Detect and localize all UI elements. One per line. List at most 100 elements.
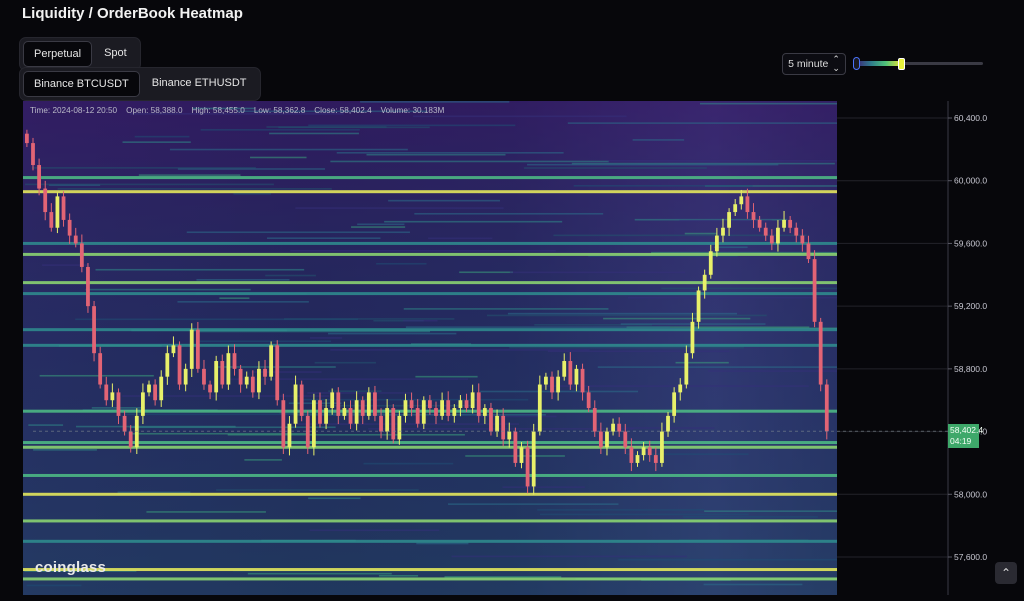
candle-down [299,384,304,416]
candle-down [769,235,774,244]
candle-down [794,227,799,236]
liquidity-band [23,292,837,296]
heat-texture-row [122,141,191,143]
candle-down [653,455,658,463]
heat-texture-row [75,318,359,321]
candle-up [354,400,359,424]
heat-texture-row [357,223,405,226]
candle-down [806,243,811,260]
candle-up [696,290,701,322]
candle-down [31,143,35,166]
candle-down [592,408,597,432]
threshold-slider[interactable] [853,57,983,70]
candle-up [110,392,115,401]
ohlc-time: Time: 2024-08-12 20:50 [30,106,118,115]
heat-texture-row [330,160,609,163]
candle-down [49,212,54,228]
candle-countdown: 04:19 [950,436,972,446]
candle-up [324,408,328,424]
candle-down [373,392,377,416]
heat-texture-row [388,199,500,202]
candle-down [360,400,365,416]
scroll-top-button[interactable]: ⌃ [995,562,1017,584]
interval-select[interactable]: 5 minute ⌃ ⌄ [782,53,846,75]
heat-texture-row [336,152,564,154]
heat-texture-row [360,101,510,103]
heat-texture-row [661,287,837,290]
tab-spot[interactable]: Spot [94,41,137,67]
heat-texture-row [507,312,738,315]
candle-down [788,219,793,228]
current-price-tag: 58,402.4 04:19 [948,424,983,448]
candle-down [489,408,493,432]
candle-down [409,400,414,409]
heat-texture-row [28,424,64,426]
candle-up [385,408,390,432]
tab-binance-btcusdt[interactable]: Binance BTCUSDT [23,71,140,97]
candle-up [403,400,408,416]
heat-texture-row [597,366,837,368]
candle-up [495,415,499,432]
candle-up [611,423,615,432]
heat-texture-row [618,558,837,561]
candle-down [86,266,90,307]
candle-down [318,400,322,424]
candle-down [79,243,84,267]
slider-start-handle[interactable] [853,57,860,70]
candle-up [660,431,664,463]
candle-up [458,400,463,409]
heat-texture-row [363,462,454,465]
heat-texture-row [451,555,687,558]
liquidity-band [23,473,837,477]
candle-down [818,321,823,385]
heat-texture-row [146,511,266,513]
heat-texture-row [307,392,412,394]
heat-texture-row [376,262,427,265]
candle-down [275,345,280,401]
heat-texture-row [351,226,406,228]
heat-texture-row [26,584,82,587]
candle-down [623,431,628,448]
heat-texture-row [196,340,331,343]
candle-up [678,384,683,393]
candle-down [67,219,72,236]
candle-up [183,368,188,385]
candle-up [171,345,176,354]
heat-texture-row [459,271,514,274]
candle-up [421,400,426,424]
candle-up [782,219,786,228]
coinglass-watermark: coinglass [35,559,106,576]
price-axis-label: 60,400.0 [954,113,987,123]
candle-down [92,306,96,354]
chevron-up-icon: ⌃ [1000,566,1012,580]
candle-down [336,392,341,416]
candle-up [226,353,231,385]
price-axis-label: 58,000.0 [954,489,987,499]
slider-handle[interactable] [897,58,905,70]
ohlc-open: Open: 58,388.0 [126,106,183,115]
candle-up [440,400,444,416]
candle-down [195,329,200,369]
candle-up [482,408,487,416]
liquidity-band [23,343,837,347]
candle-up [159,376,164,401]
tab-perpetual[interactable]: Perpetual [23,41,93,67]
candle-up [287,423,292,448]
candle-up [721,227,725,236]
candle-down [446,400,451,416]
tab-binance-ethusdt[interactable]: Binance ETHUSDT [142,71,257,97]
heat-texture-row [233,193,272,195]
heat-texture-row [539,513,749,516]
liquidity-band [23,539,837,543]
candle-up [470,392,475,409]
heat-texture-row [169,148,408,151]
candle-down [220,361,225,385]
heat-texture-row [704,510,837,512]
candle-up [708,251,713,275]
heat-texture-row [95,268,305,271]
candle-down [745,196,750,213]
heat-texture-row [328,332,457,335]
candle-down [37,165,41,189]
candle-down [647,447,652,456]
price-axis-label: 59,200.0 [954,301,987,311]
